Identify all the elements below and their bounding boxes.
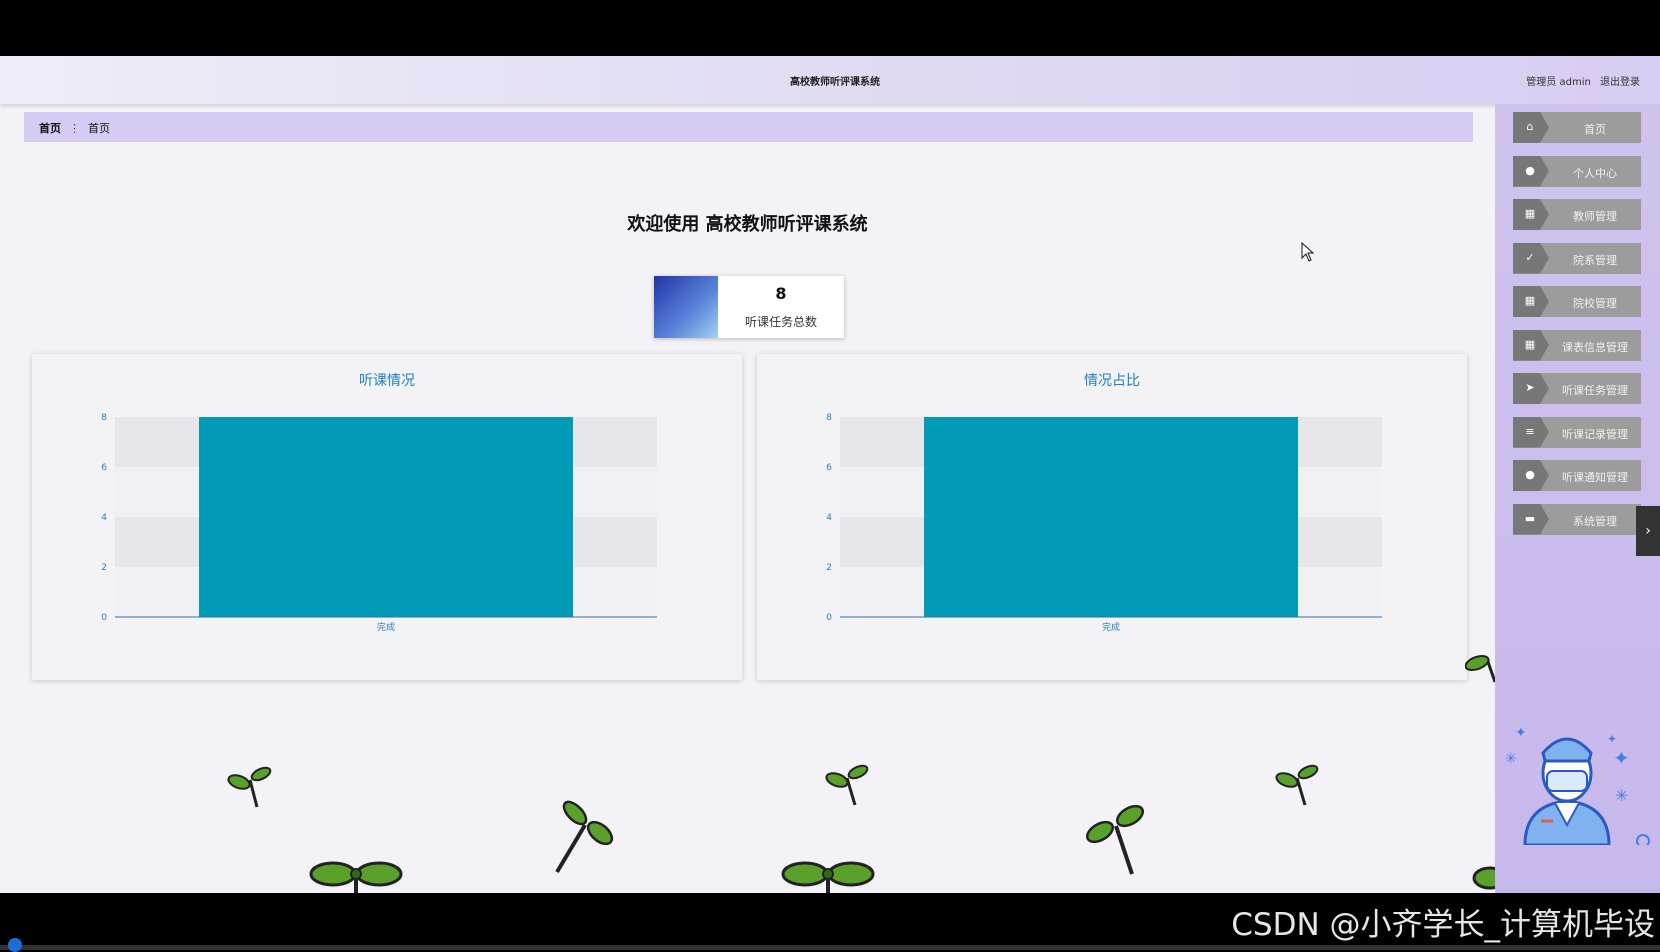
sprout-decoration <box>781 861 875 893</box>
x-tick-label: 完成 <box>377 621 395 633</box>
sidebar-menu: ✦ ✳ ✦ ✦ ✳ ⌂ 首页 ● 个人中心 ▦ 教师管理 ✓ 院系管理 ▦ 院校管理 ▦ 课表信息管理… <box>1495 104 1660 893</box>
welcome-heading: 欢迎使用 高校教师听评课系统 <box>627 214 868 235</box>
sidebar-item-label: 听课记录管理 <box>1562 427 1628 441</box>
breadcrumb: 首页 ⋮ 首页 <box>24 112 1473 142</box>
app-title: 高校教师听评课系统 <box>790 77 880 88</box>
sidebar-item[interactable]: ✓ 院系管理 <box>1513 242 1641 274</box>
chat-icon: ▬ <box>1524 511 1536 525</box>
breadcrumb-current: 首页 <box>88 122 110 135</box>
sprout-decoration <box>1472 866 1495 890</box>
svg-text:✳: ✳ <box>1615 786 1628 805</box>
user-icon: ● <box>1525 163 1535 177</box>
sidebar-item[interactable]: ▦ 课表信息管理 <box>1513 329 1641 361</box>
sidebar-item-label: 听课任务管理 <box>1562 384 1628 397</box>
y-tick-label: 4 <box>101 513 107 523</box>
y-tick-label: 8 <box>826 413 832 423</box>
chart-panel-attendance: 听课情况 0 2 4 6 8 完成 <box>32 354 742 680</box>
home-icon: ⌂ <box>1526 120 1534 133</box>
y-tick-label: 6 <box>826 463 832 473</box>
y-tick-label: 0 <box>826 613 832 623</box>
svg-text:✳: ✳ <box>1505 751 1517 767</box>
sidebar-item[interactable]: ▬ 系统管理 <box>1513 503 1641 535</box>
sidebar-item[interactable]: ⌂ 首页 <box>1513 112 1641 143</box>
sidebar-item-label: 课表信息管理 <box>1562 340 1628 354</box>
sidebar-item[interactable]: ➤ 听课任务管理 <box>1513 373 1641 404</box>
y-tick-label: 4 <box>826 513 832 523</box>
sprout-decoration <box>227 766 272 808</box>
check-icon: ✓ <box>1525 250 1535 264</box>
sidebar-item[interactable]: ● 听课通知管理 <box>1513 460 1641 491</box>
stat-card: 8 听课任务总数 <box>654 276 844 338</box>
list-icon: ≡ <box>1525 424 1535 438</box>
send-icon: ➤ <box>1525 381 1535 394</box>
sidebar-item-label: 系统管理 <box>1573 514 1617 528</box>
sidebar-item[interactable]: ≡ 听课记录管理 <box>1513 416 1641 448</box>
grid-icon: ▦ <box>1524 294 1536 307</box>
sprout-decoration <box>555 800 614 874</box>
svg-text:✦: ✦ <box>1515 725 1527 741</box>
sprout-decoration <box>1275 764 1319 806</box>
sidebar-item-label: 院校管理 <box>1573 297 1617 310</box>
header: 高校教师听评课系统 管理员 admin 退出登录 <box>0 56 1660 104</box>
sidebar-item-label: 个人中心 <box>1573 166 1617 180</box>
logout-link[interactable]: 退出登录 <box>1600 77 1640 88</box>
sidebar-item[interactable]: ▦ 教师管理 <box>1513 199 1641 230</box>
svg-text:✦: ✦ <box>1613 746 1630 770</box>
sprout-decoration <box>1465 655 1495 683</box>
user-label: 管理员 admin <box>1526 77 1591 88</box>
breadcrumb-root[interactable]: 首页 <box>39 122 61 135</box>
sprout-decoration <box>1085 804 1145 875</box>
sidebar-collapse-button[interactable]: › <box>1636 506 1660 556</box>
sidebar-item[interactable]: ● 个人中心 <box>1513 155 1641 187</box>
y-tick-label: 2 <box>826 563 832 573</box>
sidebar-item[interactable]: ▦ 院校管理 <box>1513 286 1641 317</box>
grid-icon: ▦ <box>1524 207 1536 220</box>
sidebar-item-label: 听课通知管理 <box>1562 471 1628 484</box>
sprout-decoration <box>309 861 403 893</box>
stat-value: 8 <box>775 284 787 303</box>
svg-text:✦: ✦ <box>1607 732 1617 746</box>
chart-ratio: 0 2 4 6 8 完成 <box>826 413 1382 633</box>
y-tick-label: 6 <box>101 463 107 473</box>
grid-icon: ▦ <box>1524 337 1536 351</box>
chart-panel-ratio: 情况占比 0 2 4 6 8 完成 <box>757 354 1467 680</box>
sidebar-item-label: 院系管理 <box>1573 253 1617 267</box>
app-window: 高校教师听评课系统 管理员 admin 退出登录 首页 ⋮ 首页 欢迎使用 高校教师… <box>0 56 1660 893</box>
breadcrumb-separator: ⋮ <box>69 122 80 135</box>
bottom-strip <box>0 945 1660 950</box>
bar <box>199 417 573 617</box>
doctor-avatar-illustration: ✦ ✳ ✦ ✦ ✳ <box>1505 725 1650 845</box>
stat-color-block <box>654 276 718 338</box>
stat-label: 听课任务总数 <box>744 315 817 329</box>
sprout-decoration <box>825 764 869 806</box>
mouse-cursor-icon <box>1301 242 1315 262</box>
x-tick-label: 完成 <box>1102 621 1120 633</box>
bar <box>924 417 1298 617</box>
user-icon: ● <box>1525 468 1535 481</box>
header-user-area: 管理员 admin 退出登录 <box>1520 73 1640 88</box>
chart-attendance: 0 2 4 6 8 完成 <box>101 413 657 633</box>
y-tick-label: 0 <box>101 613 107 623</box>
y-tick-label: 8 <box>101 413 107 423</box>
main-content: 欢迎使用 高校教师听评课系统 8 听课任务总数 听课情况 0 2 4 6 8 完成 情况占… <box>0 142 1495 893</box>
watermark: CSDN @小齐学长_计算机毕设 <box>1231 907 1655 943</box>
sidebar-item-label: 教师管理 <box>1573 210 1617 223</box>
top-black-bar <box>0 0 1660 56</box>
y-tick-label: 2 <box>101 563 107 573</box>
sidebar-item-label: 首页 <box>1584 123 1606 136</box>
screen: 高校教师听评课系统 管理员 admin 退出登录 首页 ⋮ 首页 欢迎使用 高校教师… <box>0 0 1660 952</box>
